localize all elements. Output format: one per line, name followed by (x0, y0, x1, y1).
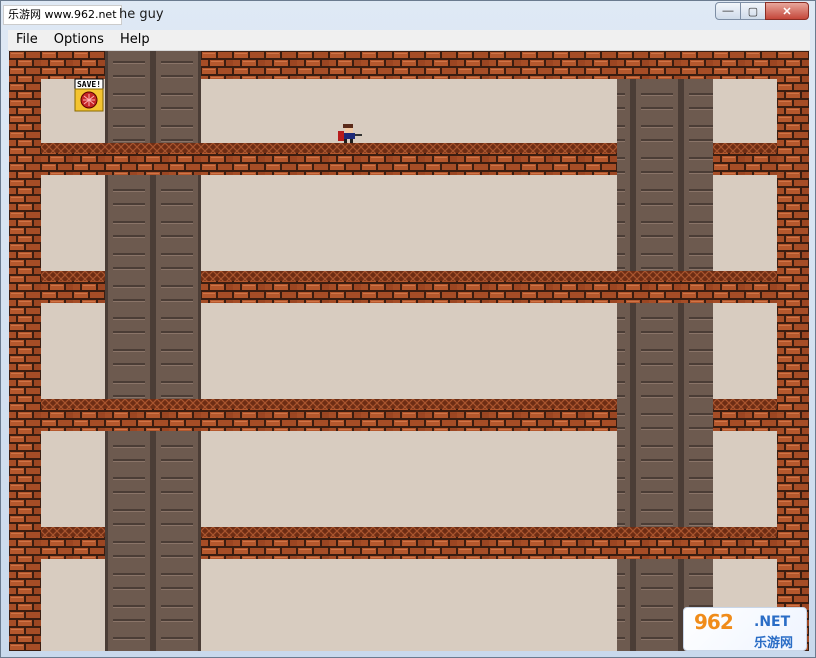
pillar-left-1 (105, 51, 153, 651)
maximize-button[interactable]: ▢ (740, 2, 766, 20)
game-window: 乐游网 www.962.net he guy — ▢ ✕ File Option… (0, 0, 816, 658)
pillar-left-2 (153, 51, 201, 651)
pillar-right-1 (617, 51, 665, 651)
window-title: he guy (119, 7, 164, 22)
ceiling-right (201, 51, 809, 79)
window-controls: — ▢ ✕ (715, 2, 809, 20)
menu-options[interactable]: Options (46, 30, 112, 50)
watermark-bottom-right: 962 .NET 乐游网 (683, 607, 807, 651)
pillar-right-2 (665, 51, 713, 651)
game-canvas[interactable]: SAVE! (9, 51, 809, 651)
right-wall (777, 51, 809, 651)
minimize-button[interactable]: — (715, 2, 741, 20)
watermark-number: 962 (694, 610, 734, 634)
watermark-name: 乐游网 (754, 636, 794, 651)
left-wall (9, 51, 41, 651)
save-sign-label: SAVE! (77, 80, 101, 89)
watermark-suffix: .NET (754, 614, 791, 630)
game-scene: SAVE! (9, 51, 809, 651)
title-bar[interactable]: 乐游网 www.962.net he guy — ▢ ✕ (1, 1, 815, 30)
watermark-top-left: 乐游网 www.962.net (3, 5, 122, 25)
menu-help[interactable]: Help (112, 30, 158, 50)
menu-bar: File Options Help (8, 30, 810, 51)
save-point[interactable]: SAVE! (74, 78, 104, 112)
menu-file[interactable]: File (8, 30, 46, 50)
close-button[interactable]: ✕ (765, 2, 809, 20)
